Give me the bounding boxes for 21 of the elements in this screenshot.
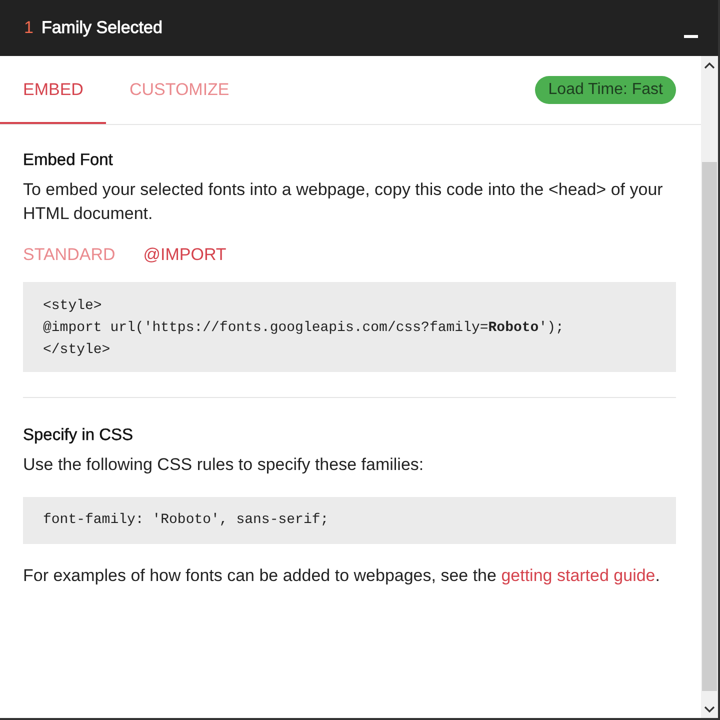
tab[interactable]: EMBED <box>0 56 106 124</box>
minimize-icon <box>684 34 698 38</box>
code-line: <style> <box>43 297 103 316</box>
section-description: Use the following CSS rules to specify these families: <box>23 454 425 476</box>
header-title: Family Selected <box>41 18 162 38</box>
getting-started-link[interactable]: getting started guide <box>501 566 656 585</box>
code-line: font-family: 'Roboto', sans-serif; <box>43 511 330 530</box>
load-time-badge: Load Time: Fast <box>535 76 676 104</box>
section-heading: Specify in CSS <box>23 425 134 446</box>
section-description: To embed your selected fonts into a webpage, copy this code into the <head> of your HTML document. <box>23 179 664 225</box>
section-heading: Embed Font <box>23 150 114 171</box>
code-format-tab[interactable]: @IMPORT <box>143 243 226 267</box>
selection-count: 1 <box>24 18 34 38</box>
code-format-tab[interactable]: STANDARD <box>23 243 116 267</box>
scrollbar-thumb[interactable] <box>702 162 717 691</box>
footer-note: For examples of how fonts can be added to webpages, see the getting started guide. <box>23 565 661 587</box>
code-line: @import url('https://fonts.googleapis.com/css?family=Roboto'); <box>43 319 565 338</box>
chevron-down-icon[interactable] <box>704 706 715 713</box>
tab[interactable]: CUSTOMIZE <box>106 56 252 124</box>
chevron-up-icon[interactable] <box>704 62 715 69</box>
code-line: </style> <box>43 341 112 360</box>
